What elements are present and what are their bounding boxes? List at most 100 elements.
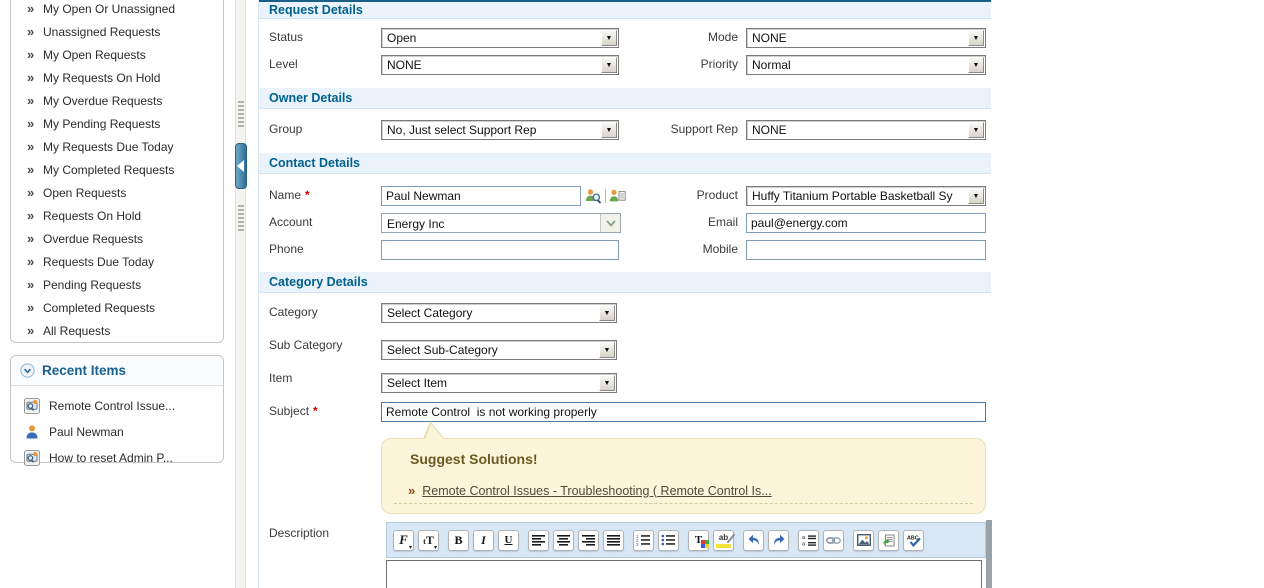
- svg-text:a: a: [802, 535, 806, 541]
- sidebar-filter-label: Completed Requests: [43, 301, 155, 315]
- double-chevron-icon: »: [27, 185, 43, 200]
- mode-select[interactable]: NONE ▼: [746, 28, 986, 48]
- sidebar-filter-item[interactable]: » My Requests Due Today: [11, 135, 223, 158]
- sidebar-filter-item[interactable]: » Unassigned Requests: [11, 20, 223, 43]
- recent-items-title: Recent Items: [42, 363, 126, 378]
- support-rep-select[interactable]: NONE ▼: [746, 120, 986, 140]
- account-combo[interactable]: Energy Inc: [381, 213, 621, 233]
- account-label: Account: [269, 215, 312, 229]
- sidebar-filter-item[interactable]: » My Completed Requests: [11, 158, 223, 181]
- bold-button[interactable]: B: [448, 530, 469, 551]
- solution-link[interactable]: Remote Control Issues - Troubleshooting …: [422, 484, 771, 498]
- sidebar-filter-item[interactable]: » My Open Or Unassigned: [11, 0, 223, 20]
- product-label: Product: [638, 188, 738, 202]
- italic-button[interactable]: I: [473, 530, 494, 551]
- sidebar-filter-item[interactable]: » All Requests: [11, 319, 223, 342]
- subject-label: Subject*: [269, 404, 318, 418]
- sidebar-filter-label: My Requests Due Today: [43, 140, 174, 154]
- align-justify-button[interactable]: [603, 530, 624, 551]
- sidebar-filter-item[interactable]: » Requests On Hold: [11, 204, 223, 227]
- owner-details-section-header: Owner Details: [259, 88, 991, 109]
- category-select[interactable]: Select Category ▼: [381, 303, 617, 323]
- collapse-left-arrow-icon: [237, 160, 244, 172]
- image-button[interactable]: [853, 530, 874, 551]
- recent-item[interactable]: How to reset Admin P...: [11, 446, 223, 470]
- font-button[interactable]: F▾: [393, 530, 414, 551]
- subject-input[interactable]: [381, 402, 986, 422]
- sidebar-filter-item[interactable]: » Open Requests: [11, 181, 223, 204]
- collapse-chevron-icon[interactable]: [20, 363, 35, 378]
- font-size-button[interactable]: tT▾: [418, 530, 439, 551]
- collapse-panel-handle[interactable]: [235, 143, 247, 189]
- dropdown-arrow-icon: ▼: [601, 57, 617, 73]
- recent-item-label: Paul Newman: [49, 425, 124, 439]
- recent-items-list: Remote Control Issue... Paul Newman How …: [11, 386, 223, 470]
- double-chevron-icon: »: [27, 116, 43, 131]
- contact-details-card-icon[interactable]: [608, 187, 626, 204]
- description-editor[interactable]: [386, 560, 982, 588]
- line-spacing-button[interactable]: aa: [798, 530, 819, 551]
- recent-item[interactable]: Remote Control Issue...: [11, 394, 223, 418]
- align-left-button[interactable]: [528, 530, 549, 551]
- dropdown-arrow-icon: ▼: [599, 305, 615, 321]
- sidebar-filter-label: My Completed Requests: [43, 163, 174, 177]
- undo-button[interactable]: [743, 530, 764, 551]
- dropdown-arrow-icon: ▼: [599, 342, 615, 358]
- sub-category-select[interactable]: Select Sub-Category ▼: [381, 340, 617, 360]
- sidebar-filter-item[interactable]: » Pending Requests: [11, 273, 223, 296]
- dropdown-arrow-icon: ▼: [968, 30, 984, 46]
- dropdown-arrow-icon: ▼: [968, 57, 984, 73]
- priority-select[interactable]: Normal ▼: [746, 55, 986, 75]
- recent-item[interactable]: Paul Newman: [11, 420, 223, 444]
- request-details-section-header: Request Details: [259, 0, 991, 19]
- double-chevron-icon: »: [408, 483, 415, 498]
- level-select[interactable]: NONE ▼: [381, 55, 619, 75]
- group-select[interactable]: No, Just select Support Rep ▼: [381, 120, 619, 140]
- spellcheck-button[interactable]: ABC: [903, 530, 924, 551]
- highlight-button[interactable]: ab: [713, 530, 734, 551]
- sidebar-filter-item[interactable]: » My Open Requests: [11, 43, 223, 66]
- toolbar-group: 123: [633, 530, 679, 551]
- ordered-list-button[interactable]: 123: [633, 530, 654, 551]
- align-center-button[interactable]: [553, 530, 574, 551]
- description-label: Description: [269, 526, 329, 540]
- toolbar-group: F▾tT▾: [393, 530, 439, 551]
- link-button[interactable]: [823, 530, 844, 551]
- sidebar-filter-item[interactable]: » Completed Requests: [11, 296, 223, 319]
- recent-items-panel: Recent Items Remote Control Issue... Pau…: [10, 355, 224, 463]
- recent-items-header: Recent Items: [11, 356, 223, 386]
- sidebar-filter-label: Overdue Requests: [43, 232, 143, 246]
- font-color-button[interactable]: T: [688, 530, 709, 551]
- email-input[interactable]: [746, 213, 986, 233]
- double-chevron-icon: »: [27, 231, 43, 246]
- name-input[interactable]: [381, 186, 581, 206]
- sidebar-filter-item[interactable]: » My Overdue Requests: [11, 89, 223, 112]
- align-right-button[interactable]: [578, 530, 599, 551]
- panel-splitter[interactable]: [235, 0, 246, 588]
- redo-button[interactable]: [768, 530, 789, 551]
- richtext-toolbar: F▾tT▾ BIU 123 Tab aa ABC: [386, 522, 986, 558]
- editor-right-border: [986, 520, 992, 588]
- sidebar-filter-item[interactable]: » Requests Due Today: [11, 250, 223, 273]
- combo-chevron-icon: [600, 214, 620, 232]
- item-label: Item: [269, 371, 292, 385]
- toolbar-group: [743, 530, 789, 551]
- sidebar-filter-item[interactable]: » My Pending Requests: [11, 112, 223, 135]
- underline-button[interactable]: U: [498, 530, 519, 551]
- item-select[interactable]: Select Item ▼: [381, 373, 617, 393]
- phone-input[interactable]: [381, 240, 619, 260]
- paste-button[interactable]: [878, 530, 899, 551]
- level-label: Level: [269, 57, 298, 71]
- status-select[interactable]: Open ▼: [381, 28, 619, 48]
- search-contact-icon[interactable]: [584, 187, 602, 204]
- request-filters-list: » My Open Or Unassigned » Unassigned Req…: [11, 0, 223, 342]
- unordered-list-button[interactable]: [658, 530, 679, 551]
- mobile-input[interactable]: [746, 240, 986, 260]
- sidebar-filter-item[interactable]: » My Requests On Hold: [11, 66, 223, 89]
- double-chevron-icon: »: [27, 24, 43, 39]
- sidebar-filter-item[interactable]: » Overdue Requests: [11, 227, 223, 250]
- double-chevron-icon: »: [27, 254, 43, 269]
- dropdown-arrow-icon: ▼: [599, 375, 615, 391]
- product-select[interactable]: Huffy Titanium Portable Basketball Sy ▼: [746, 186, 986, 206]
- sidebar-filter-label: Pending Requests: [43, 278, 141, 292]
